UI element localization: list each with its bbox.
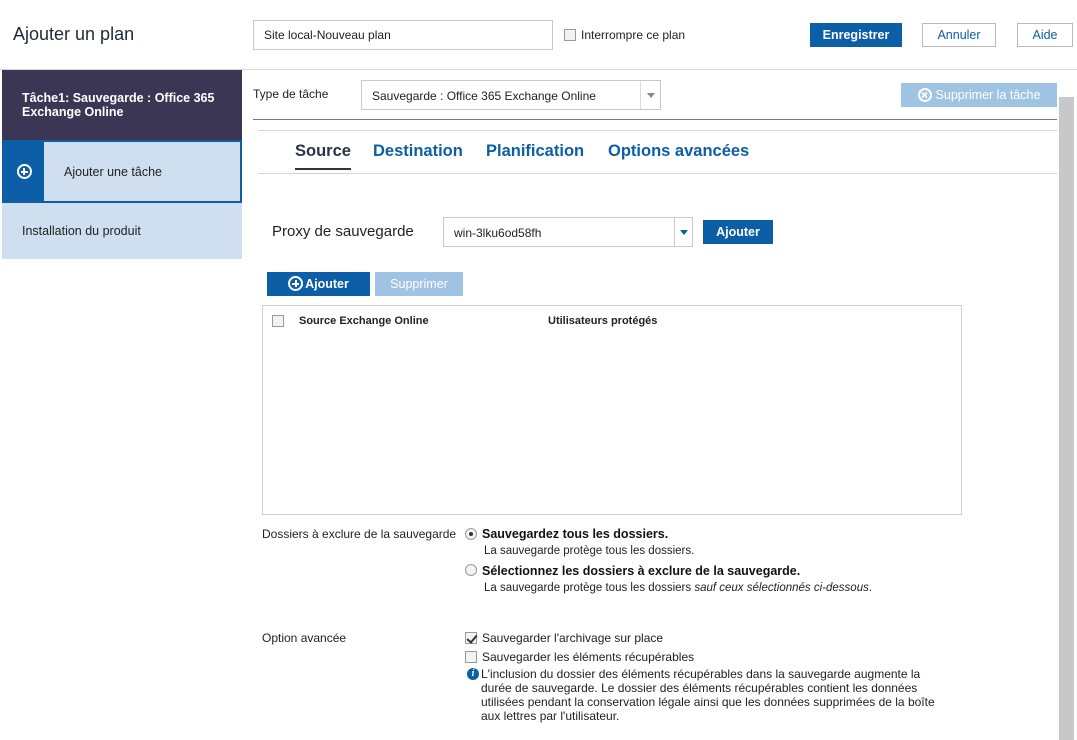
plus-circle-icon	[288, 276, 304, 292]
divider	[258, 130, 1057, 131]
option-select-folders-desc-text: La sauvegarde protège tous les dossiers	[484, 582, 695, 594]
option-select-folders-desc-italic: sauf ceux sélectionnés ci-dessous	[694, 582, 869, 594]
sidebar-item-add-task[interactable]: Ajouter une tâche	[2, 140, 242, 203]
add-task-icon-column	[4, 142, 44, 201]
sidebar-item-task1[interactable]: Tâche1: Sauvegarde : Office 365 Exchange…	[2, 70, 242, 140]
sidebar-task-label: Tâche1: Sauvegarde : Office 365 Exchange…	[22, 91, 215, 119]
option-select-folders-desc: La sauvegarde protège tous les dossiers …	[484, 582, 872, 594]
pause-plan-label: Interrompre ce plan	[581, 28, 686, 42]
task-type-dropdown-arrow[interactable]	[640, 81, 660, 109]
proxy-label: Proxy de sauvegarde	[272, 223, 414, 240]
option-all-folders-desc: La sauvegarde protège tous les dossiers.	[484, 545, 695, 557]
plus-circle-icon	[16, 164, 32, 179]
top-bar: Ajouter un plan Interrompre ce plan Enre…	[0, 0, 1077, 70]
select-all-checkbox[interactable]	[272, 315, 284, 327]
help-button[interactable]: Aide	[1017, 23, 1073, 47]
tab-destination[interactable]: Destination	[373, 142, 463, 161]
radio-all-folders[interactable]	[465, 528, 477, 540]
task-type-select[interactable]: Sauvegarde : Office 365 Exchange Online	[361, 80, 661, 110]
recoverable-info-text: L'inclusion du dossier des éléments récu…	[481, 667, 935, 723]
add-source-button[interactable]: Ajouter	[267, 272, 370, 296]
x-circle-icon	[917, 88, 932, 102]
divider	[253, 119, 1057, 120]
plan-name-input[interactable]	[253, 20, 553, 50]
advanced-option-label: Option avancée	[262, 631, 347, 645]
save-button[interactable]: Enregistrer	[810, 23, 902, 47]
archive-option[interactable]: Sauvegarder l'archivage sur place	[465, 631, 663, 645]
option-select-folders-desc-end: .	[868, 582, 873, 594]
pause-plan-option[interactable]: Interrompre ce plan	[564, 28, 685, 42]
archive-checkbox[interactable]	[465, 632, 477, 644]
option-all-folders-title: Sauvegardez tous les dossiers.	[482, 527, 669, 541]
tab-advanced-options[interactable]: Options avancées	[608, 142, 749, 161]
tab-planification[interactable]: Planification	[486, 142, 584, 161]
exclusions-label: Dossiers à exclure de la sauvegarde	[262, 527, 457, 541]
task-type-label: Type de tâche	[253, 87, 329, 101]
proxy-select[interactable]: win-3lku6od58fh	[443, 217, 693, 247]
page-title: Ajouter un plan	[13, 24, 135, 44]
table-header: Source Exchange Online Utilisateurs prot…	[263, 306, 961, 336]
delete-task-button[interactable]: Supprimer la tâche	[901, 83, 1057, 107]
delete-task-label: Supprimer la tâche	[935, 88, 1041, 102]
radio-select-folders[interactable]	[465, 564, 477, 576]
proxy-dropdown-arrow[interactable]	[674, 218, 692, 246]
add-task-label: Ajouter une tâche	[64, 164, 162, 179]
recoverable-option[interactable]: Sauvegarder les éléments récupérables	[465, 650, 694, 664]
task-type-value: Sauvegarde : Office 365 Exchange Online	[372, 89, 596, 103]
column-header-source: Source Exchange Online	[299, 315, 429, 327]
chevron-down-icon	[679, 229, 688, 235]
add-source-label: Ajouter	[305, 277, 349, 291]
sidebar-item-install-product[interactable]: Installation du produit	[2, 203, 242, 259]
archive-label: Sauvegarder l'archivage sur place	[482, 631, 664, 645]
option-select-folders-title: Sélectionnez les dossiers à exclure de l…	[482, 564, 801, 578]
cancel-button[interactable]: Annuler	[922, 23, 996, 47]
proxy-value: win-3lku6od58fh	[454, 226, 542, 240]
column-header-users: Utilisateurs protégés	[548, 315, 658, 327]
vertical-scrollbar[interactable]	[1059, 97, 1074, 740]
recoverable-label: Sauvegarder les éléments récupérables	[482, 650, 695, 664]
info-icon: i	[467, 668, 479, 680]
remove-source-button[interactable]: Supprimer	[375, 272, 463, 296]
tab-bar: Source Destination Planification Options…	[258, 140, 1057, 174]
recoverable-checkbox[interactable]	[465, 651, 477, 663]
sidebar: Tâche1: Sauvegarde : Office 365 Exchange…	[2, 70, 242, 259]
chevron-down-icon	[646, 92, 655, 98]
tab-source[interactable]: Source	[295, 142, 351, 170]
install-product-label: Installation du produit	[22, 224, 141, 238]
proxy-add-button[interactable]: Ajouter	[703, 220, 773, 244]
source-table: Source Exchange Online Utilisateurs prot…	[262, 305, 962, 515]
pause-plan-checkbox[interactable]	[564, 29, 576, 41]
